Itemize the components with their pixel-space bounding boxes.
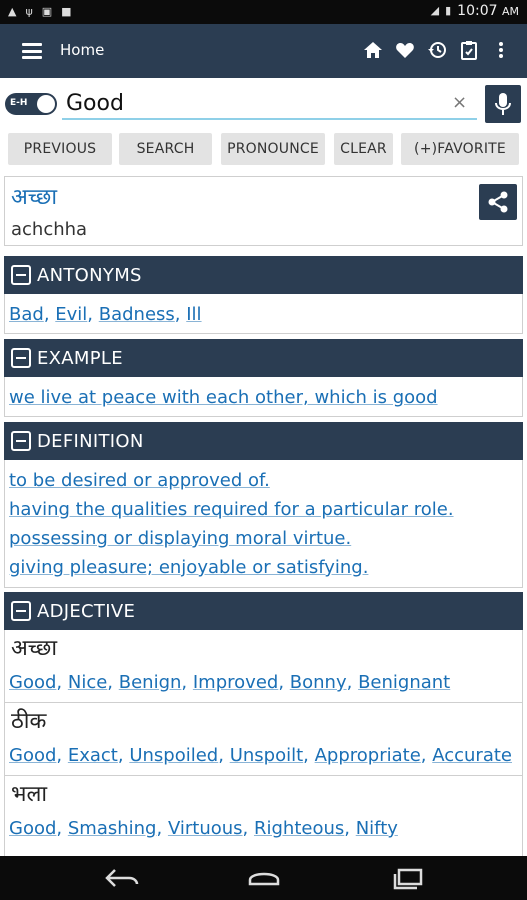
- definition-body: to be desired or approved of. having the…: [4, 460, 523, 588]
- synonym-list: Good, Smashing, Virtuous, Righteous, Nif…: [9, 818, 398, 839]
- definition-line: to be desired or approved of.: [9, 470, 270, 491]
- share-icon[interactable]: [479, 184, 517, 220]
- app-bar-title: Home: [60, 41, 105, 59]
- adjective-word[interactable]: अच्छा: [5, 630, 522, 668]
- antonym-link[interactable]: Bad: [9, 304, 44, 325]
- favorite-button[interactable]: (+)FAVORITE: [401, 133, 519, 165]
- adjective-header[interactable]: ADJECTIVE: [4, 592, 523, 630]
- warning-icon: ▲: [8, 5, 17, 18]
- home-nav-icon[interactable]: [247, 868, 281, 892]
- signal-icon: ◢: [430, 4, 440, 17]
- system-nav-bar: [0, 856, 527, 900]
- language-toggle[interactable]: E-H: [5, 93, 57, 115]
- antonym-link[interactable]: Badness: [99, 304, 175, 325]
- antonyms-body: Bad, Evil, Badness, Ill: [4, 294, 523, 334]
- history-icon[interactable]: [425, 38, 449, 62]
- app-bar: Home: [0, 24, 527, 78]
- clipboard-icon[interactable]: [457, 38, 481, 62]
- definition-line: possessing or displaying moral virtue.: [9, 528, 352, 549]
- pronounce-button[interactable]: PRONOUNCE: [221, 133, 325, 165]
- collapse-icon[interactable]: [11, 348, 31, 368]
- search-button[interactable]: SEARCH: [119, 133, 212, 165]
- antonym-link[interactable]: Evil: [55, 304, 87, 325]
- adjective-word[interactable]: ठीक: [5, 703, 522, 741]
- translation-result: अच्छा achchha: [4, 176, 523, 246]
- example-body: we live at peace with each other, which …: [4, 377, 523, 417]
- definition-line: giving pleasure; enjoyable or satisfying…: [9, 557, 369, 578]
- home-icon[interactable]: [361, 38, 385, 62]
- transliteration: achchha: [11, 219, 88, 240]
- example-text[interactable]: we live at peace with each other, which …: [9, 387, 438, 408]
- battery-icon: ▮: [445, 4, 452, 17]
- collapse-icon[interactable]: [11, 265, 31, 285]
- microphone-icon[interactable]: [485, 85, 521, 123]
- previous-button[interactable]: PREVIOUS: [8, 133, 112, 165]
- wifi-icon: ψ: [25, 5, 33, 18]
- action-buttons: PREVIOUS SEARCH PRONOUNCE CLEAR (+)FAVOR…: [0, 133, 527, 165]
- collapse-icon[interactable]: [11, 431, 31, 451]
- toggle-knob: [37, 95, 55, 113]
- antonym-list: Bad, Evil, Badness, Ill: [9, 304, 202, 325]
- back-icon[interactable]: [105, 868, 139, 892]
- hamburger-menu-icon[interactable]: [20, 40, 44, 62]
- adjective-word[interactable]: भला: [5, 776, 522, 814]
- search-row: E-H ×: [0, 78, 527, 130]
- overflow-menu-icon[interactable]: [489, 38, 513, 62]
- image-icon: ▣: [41, 5, 53, 18]
- adjective-body: अच्छा Good, Nice, Benign, Improved, Bonn…: [4, 630, 523, 856]
- heart-icon[interactable]: [393, 38, 417, 62]
- example-sentence: we live at peace with each other, which …: [5, 383, 522, 412]
- collapse-icon[interactable]: [11, 601, 31, 621]
- definition-header[interactable]: DEFINITION: [4, 422, 523, 460]
- synonym-list: Good, Exact, Unspoiled, Unspoilt, Approp…: [9, 745, 512, 766]
- adjective-entry: भला Good, Smashing, Virtuous, Righteous,…: [5, 776, 522, 848]
- search-input[interactable]: [62, 88, 477, 120]
- antonym-link[interactable]: Ill: [186, 304, 201, 325]
- synonym-list: Good, Nice, Benign, Improved, Bonny, Ben…: [9, 672, 451, 693]
- adjective-entry: अच्छा Good, Nice, Benign, Improved, Bonn…: [5, 630, 522, 703]
- hindi-translation: अच्छा: [11, 185, 58, 210]
- antonyms-header[interactable]: ANTONYMS: [4, 256, 523, 294]
- example-header[interactable]: EXAMPLE: [4, 339, 523, 377]
- adjective-entry: ठीक Good, Exact, Unspoiled, Unspoilt, Ap…: [5, 703, 522, 776]
- status-bar: ▲ ψ ▣ ■ ◢ ▮ 10:07 AM: [0, 0, 527, 24]
- clear-button[interactable]: CLEAR: [334, 133, 393, 165]
- status-time: 10:07 AM: [457, 3, 519, 19]
- definition-line: having the qualities required for a part…: [9, 499, 454, 520]
- clear-input-icon[interactable]: ×: [452, 92, 467, 113]
- recent-apps-icon[interactable]: [393, 868, 423, 894]
- square-icon: ■: [61, 5, 72, 18]
